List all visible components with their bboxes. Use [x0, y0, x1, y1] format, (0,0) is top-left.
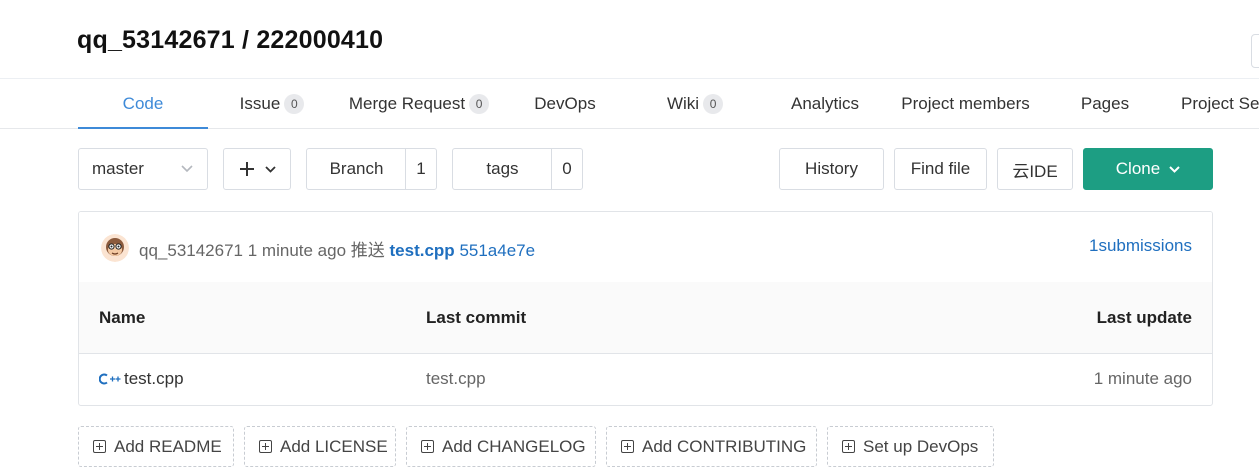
add-contributing-button[interactable]: Add CONTRIBUTING — [606, 426, 817, 467]
commit-action: 推送 — [350, 241, 385, 260]
tags-label: tags — [486, 159, 519, 178]
tags-button[interactable]: tags 0 — [452, 148, 583, 190]
table-header: Name Last commit Last update — [79, 282, 1212, 354]
add-license-label: Add LICENSE — [280, 436, 388, 456]
plus-icon — [239, 162, 254, 176]
setup-devops-label: Set up DevOps — [863, 436, 979, 456]
column-header-name: Name — [99, 308, 146, 327]
tab-project-settings[interactable]: Project Se — [1181, 79, 1259, 128]
add-license-button[interactable]: Add LICENSE — [244, 426, 396, 467]
tab-label: Project Se — [1181, 93, 1259, 113]
add-changelog-label: Add CHANGELOG — [442, 436, 586, 456]
tab-analytics[interactable]: Analytics — [780, 79, 870, 128]
plus-square-icon — [421, 440, 434, 453]
clone-label: Clone — [1115, 159, 1161, 178]
add-changelog-button[interactable]: Add CHANGELOG — [406, 426, 596, 467]
add-readme-label: Add README — [114, 436, 222, 456]
cloud-ide-button[interactable]: 云IDE — [997, 148, 1073, 190]
clone-button[interactable]: Clone — [1083, 148, 1213, 190]
tab-label: DevOps — [534, 93, 596, 113]
tab-merge-request[interactable]: Merge Request 0 — [340, 79, 498, 128]
tab-label: Project members — [901, 93, 1030, 113]
file-last-update: 1 minute ago — [1093, 369, 1192, 388]
column-header-last-update: Last update — [1096, 308, 1192, 327]
tab-wiki[interactable]: Wiki 0 — [650, 79, 740, 128]
repo-tabs: Code Issue 0 Merge Request 0 DevOps Wiki… — [0, 79, 1259, 129]
tab-devops[interactable]: DevOps — [520, 79, 610, 128]
repo-title[interactable]: qq_53142671 / 222000410 — [77, 26, 383, 55]
tab-project-members[interactable]: Project members — [893, 79, 1038, 128]
plus-square-icon — [621, 440, 634, 453]
file-name-link[interactable]: test.cpp — [124, 369, 184, 389]
tab-issue[interactable]: Issue 0 — [222, 79, 322, 128]
commit-summary: qq_53142671 1 minute ago 推送 test.cpp 551… — [139, 236, 535, 261]
table-row[interactable]: test.cpp test.cpp 1 minute ago — [79, 353, 1212, 405]
branch-label: Branch — [329, 159, 384, 178]
file-browser: qq_53142671 1 minute ago 推送 test.cpp 551… — [78, 211, 1213, 406]
history-button[interactable]: History — [779, 148, 884, 190]
commit-time: 1 minute ago — [247, 241, 347, 260]
avatar[interactable] — [101, 234, 129, 262]
commit-hash-link[interactable]: 551a4e7e — [459, 241, 535, 260]
plus-square-icon — [259, 440, 272, 453]
chevron-down-icon — [264, 165, 276, 173]
chevron-down-icon — [181, 165, 193, 173]
add-readme-button[interactable]: Add README — [78, 426, 234, 467]
plus-square-icon — [93, 440, 106, 453]
tab-label: Analytics — [790, 93, 860, 113]
count-badge: 0 — [703, 93, 724, 114]
column-header-last-commit: Last commit — [426, 308, 527, 327]
tab-label: Code — [122, 93, 164, 113]
branch-select-value: master — [92, 159, 144, 178]
monkey-avatar-icon — [101, 234, 129, 262]
plus-square-icon — [842, 440, 855, 453]
branch-count: 1 — [405, 149, 436, 189]
tab-label: Pages — [1080, 93, 1130, 113]
count-badge: 0 — [284, 93, 305, 114]
branch-button[interactable]: Branch 1 — [306, 148, 437, 190]
commit-message-link[interactable]: test.cpp — [390, 241, 455, 260]
branch-select[interactable]: master — [78, 148, 208, 190]
tab-code[interactable]: Code — [78, 79, 208, 129]
last-commit-bar: qq_53142671 1 minute ago 推送 test.cpp 551… — [79, 212, 1212, 283]
repo-header: qq_53142671 / 222000410 — [0, 0, 1259, 79]
chevron-down-icon — [1169, 165, 1180, 173]
submissions-link[interactable]: 1submissions — [1089, 236, 1192, 256]
tab-label: Issue — [239, 93, 281, 113]
setup-devops-button[interactable]: Set up DevOps — [827, 426, 994, 467]
file-last-commit[interactable]: test.cpp — [426, 369, 486, 389]
find-file-button[interactable]: Find file — [894, 148, 987, 190]
tab-pages[interactable]: Pages — [1070, 79, 1140, 128]
header-action-button[interactable] — [1251, 34, 1259, 68]
cpp-file-icon — [99, 373, 121, 385]
add-dropdown-button[interactable] — [223, 148, 291, 190]
add-contributing-label: Add CONTRIBUTING — [642, 436, 807, 456]
tab-label: Wiki — [666, 93, 700, 113]
commit-author[interactable]: qq_53142671 — [139, 241, 243, 260]
tab-label: Merge Request — [348, 93, 466, 113]
count-badge: 0 — [469, 93, 490, 114]
tags-count: 0 — [551, 149, 582, 189]
